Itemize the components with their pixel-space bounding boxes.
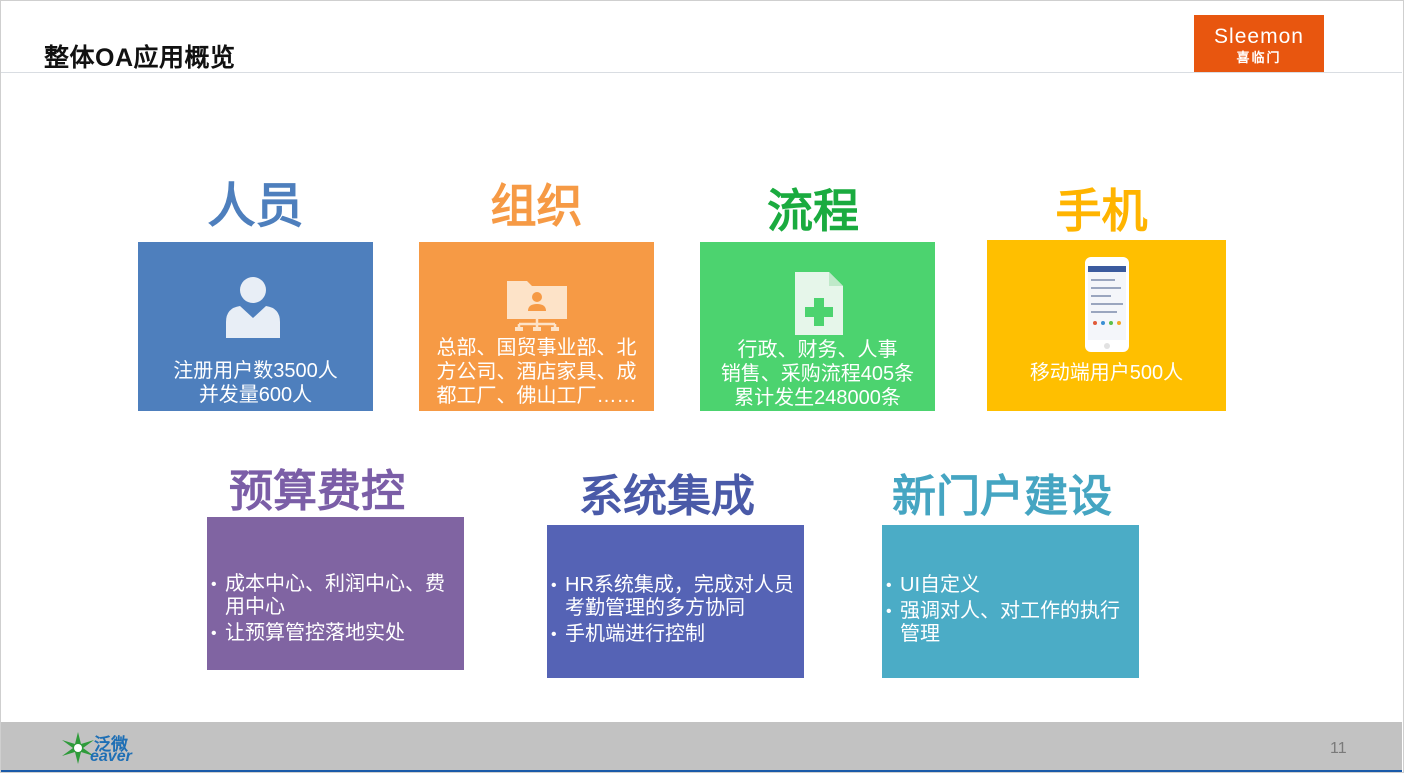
integration-item-2: 手机端进行控制 [551,623,798,646]
footer-bar [1,722,1402,771]
budget-item-2: 让预算管控落地实处 [211,622,458,645]
weaver-logo: 泛微 eaver [60,728,150,770]
phone-icon [1085,257,1129,352]
sleemon-logo: Sleemon 喜临门 [1194,15,1324,72]
card-org: 总部、国贸事业部、北 方公司、酒店家具、成 都工厂、佛山工厂…… [419,242,654,411]
logo-text-en: Sleemon [1214,25,1304,48]
org-line-3: 都工厂、佛山工厂…… [436,385,637,407]
org-line-1: 总部、国贸事业部、北 [436,337,637,359]
page-number: 11 [1330,740,1347,757]
logo-text-cn: 喜临门 [1236,50,1282,65]
people-line-2: 并发量600人 [198,384,313,406]
page-title: 整体OA应用概览 [44,44,236,72]
card-mobile: 移动端用户500人 [987,240,1226,411]
weaver-logo-en: eaver [90,748,132,765]
card-integration: HR系统集成，完成对人员考勤管理的多方协同 手机端进行控制 [547,525,804,678]
user-icon [226,277,280,338]
title-divider [1,72,1402,73]
card-budget: 成本中心、利润中心、费用中心 让预算管控落地实处 [207,517,464,670]
add-document-icon [795,272,843,335]
org-line-2: 方公司、酒店家具、成 [436,361,637,383]
card-people: 注册用户数3500人 并发量600人 [138,242,373,411]
portal-item-1: UI自定义 [886,574,1133,597]
card-portal: UI自定义 强调对人、对工作的执行管理 [882,525,1139,678]
heading-mobile: 手机 [1055,185,1148,237]
card-process: 行政、财务、人事 销售、采购流程405条 累计发生248000条 [700,242,935,411]
portal-item-2: 强调对人、对工作的执行管理 [886,600,1133,646]
integration-item-1: HR系统集成，完成对人员考勤管理的多方协同 [551,574,798,620]
footer-accent-line [1,770,1402,772]
process-line-2: 销售、采购流程405条 [720,363,915,385]
heading-people: 人员 [207,180,304,233]
heading-budget: 预算费控 [229,467,405,516]
heading-portal: 新门户建设 [892,472,1112,521]
people-line-1: 注册用户数3500人 [173,360,338,382]
budget-item-1: 成本中心、利润中心、费用中心 [211,573,458,619]
heading-org: 组织 [490,180,583,232]
process-line-3: 累计发生248000条 [734,387,901,409]
mobile-line-1: 移动端用户500人 [1029,362,1184,384]
process-line-1: 行政、财务、人事 [737,339,898,361]
heading-process: 流程 [767,185,859,237]
heading-integration: 系统集成 [579,472,755,521]
org-folder-icon [507,281,567,331]
